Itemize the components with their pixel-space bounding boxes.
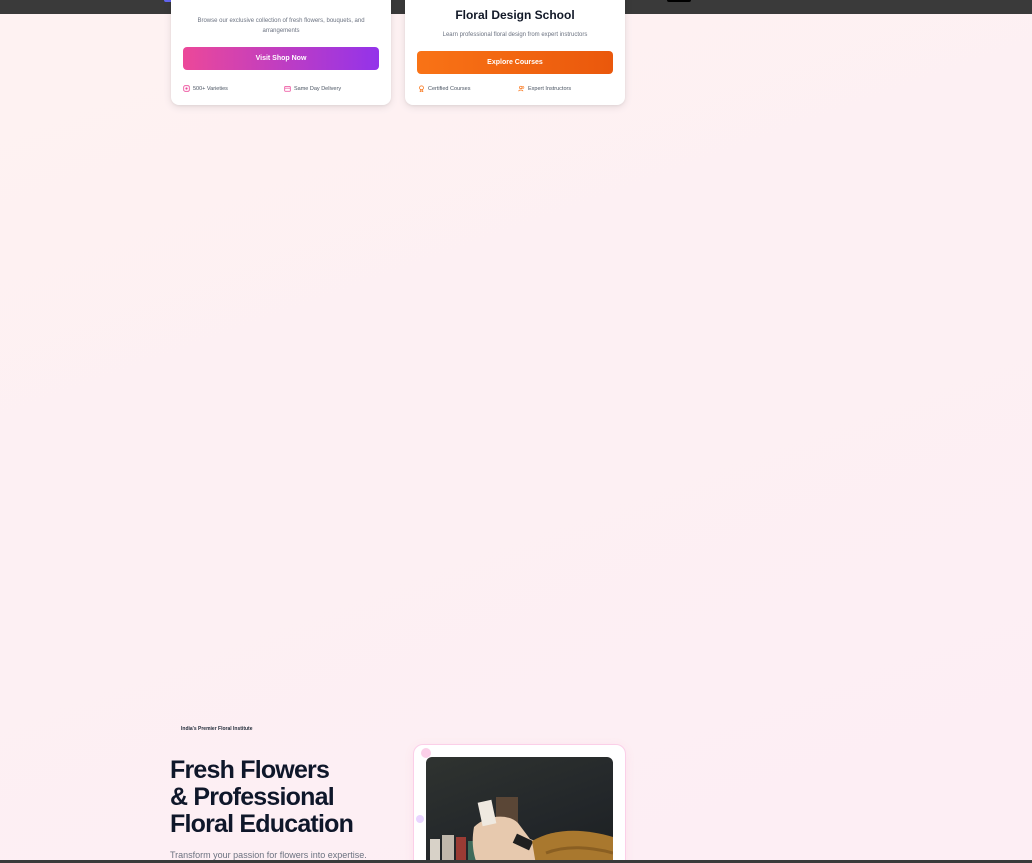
school-feature-label: Expert Instructors [528, 85, 572, 92]
hero-title-line: Floral Education [170, 810, 354, 838]
nav-icon-4[interactable] [667, 0, 691, 2]
school-card-title: Floral Design School [455, 8, 575, 22]
shop-feature-delivery: Same Day Delivery [284, 85, 341, 92]
shop-feature-label: Same Day Delivery [294, 85, 342, 92]
flower-shop-card: Browse our exclusive collection of fresh… [171, 0, 391, 105]
explore-courses-button[interactable]: Explore Courses [417, 51, 613, 74]
users-icon [518, 85, 525, 92]
hero-title-line: Fresh Flowers [170, 756, 330, 784]
florist-hands-illustration [430, 797, 613, 863]
award-icon [419, 85, 424, 92]
visit-shop-button[interactable]: Visit Shop Now [183, 47, 379, 70]
school-feature-certified: Certified Courses [418, 85, 471, 92]
calendar-icon [284, 86, 291, 92]
hero-badge: India's Premier Floral Institute [181, 726, 253, 732]
school-feature-label: Certified Courses [428, 85, 471, 92]
shop-feature-label: 500+ Varieties [193, 85, 228, 92]
school-feature-instructors: Expert Instructors [518, 85, 571, 92]
decorative-dot [416, 815, 424, 823]
hero-title-line: & Professional [170, 783, 335, 811]
floral-school-card: Floral Design School Learn professional … [405, 0, 625, 105]
shop-feature-varieties: 500+ Varieties [183, 85, 228, 92]
shop-card-description: Browse our exclusive collection of fresh… [197, 18, 365, 34]
flower-icon [183, 85, 190, 92]
school-card-description: Learn professional floral design from ex… [442, 32, 588, 38]
hero-subtitle: Transform your passion for flowers into … [170, 850, 367, 860]
hero-photo [426, 757, 613, 863]
hero-title: Fresh Flowers & Professional Floral Educ… [170, 757, 410, 838]
